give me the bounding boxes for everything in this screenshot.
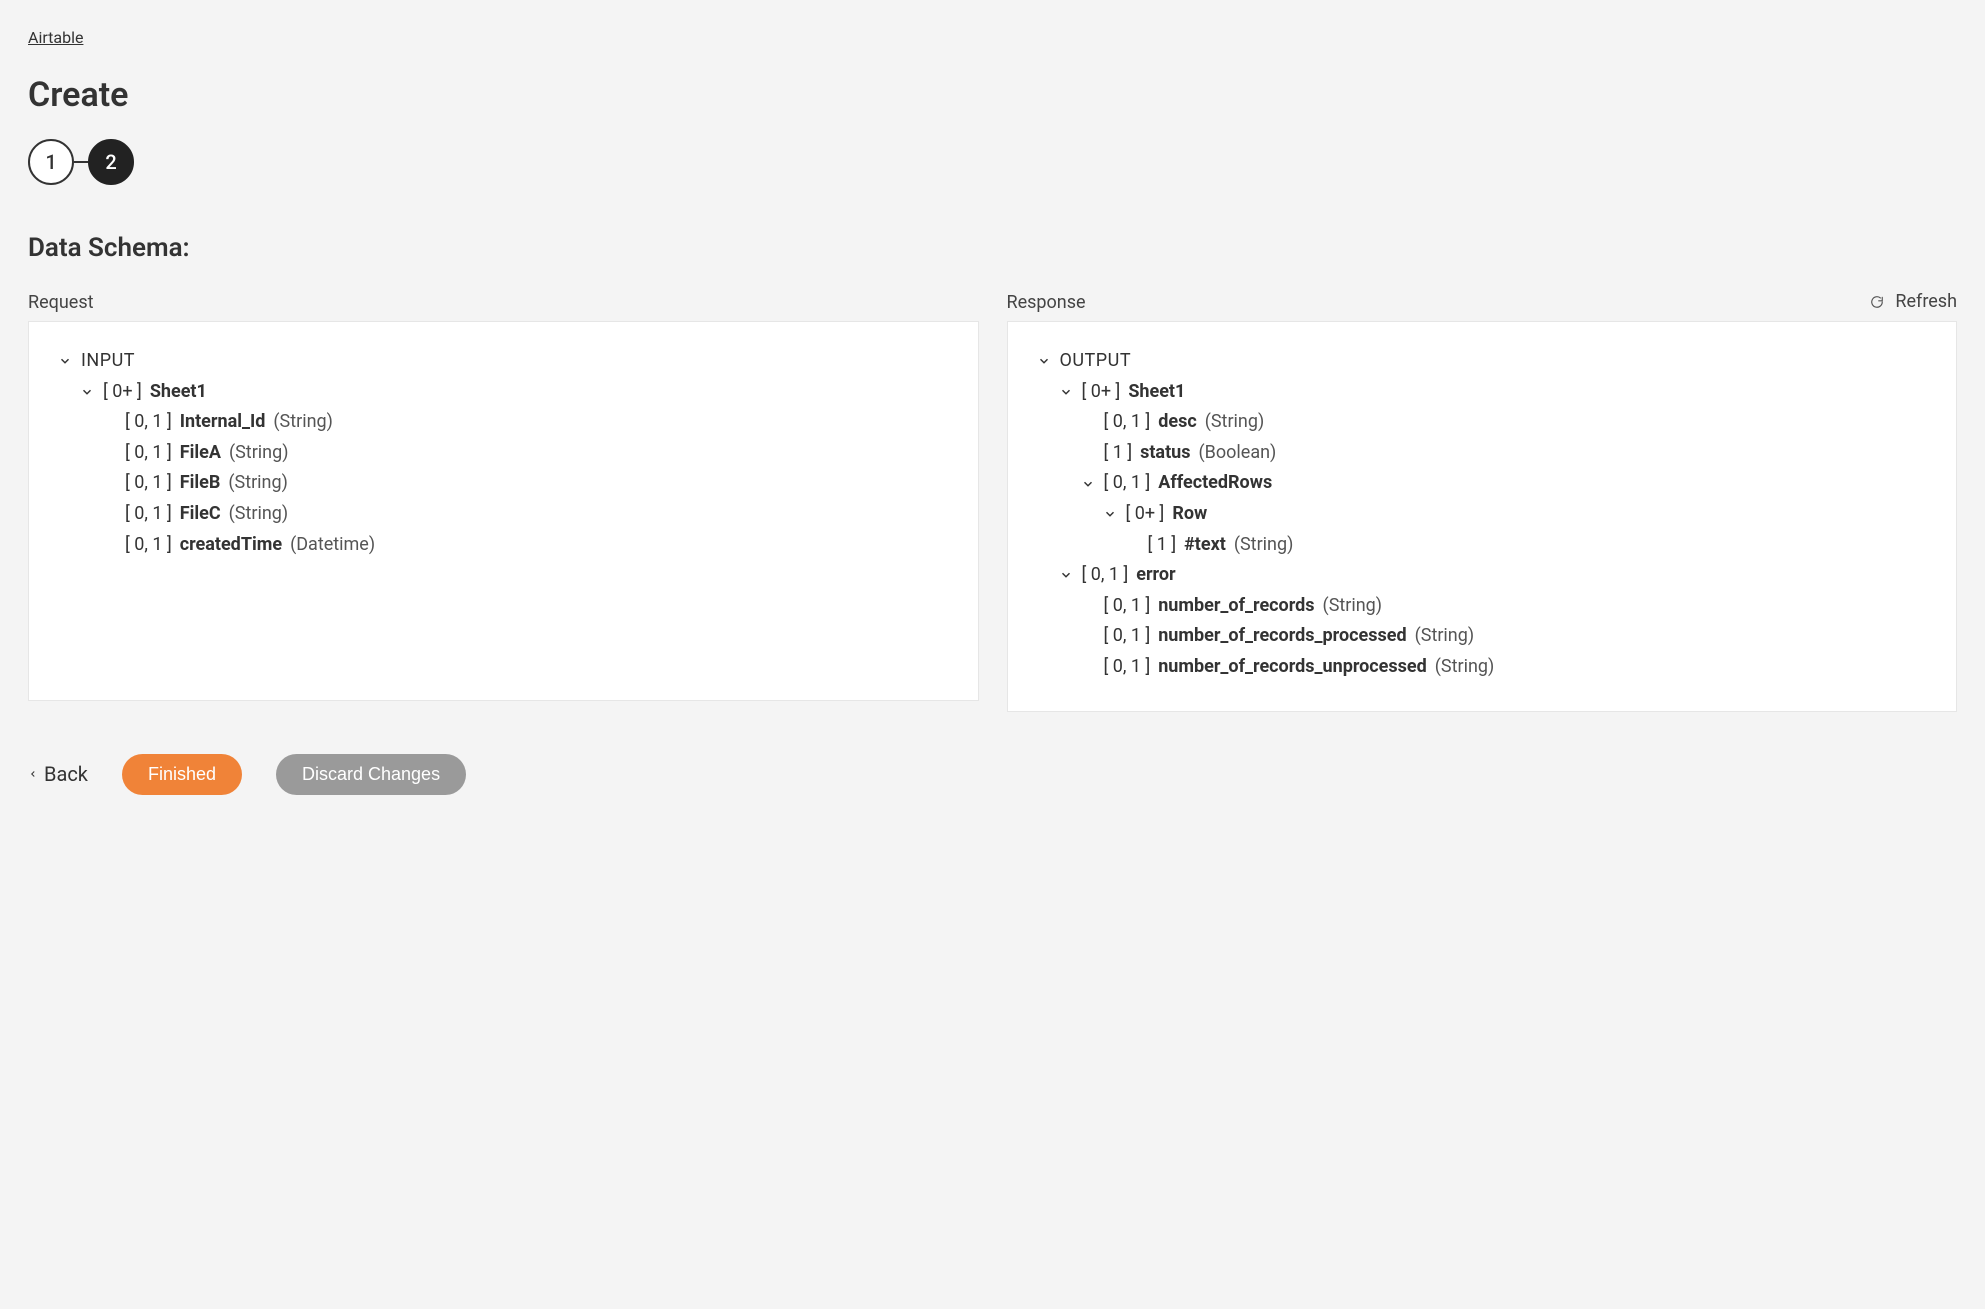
tree-node-name: Sheet1 [1128, 377, 1185, 408]
request-panel: INPUT [ 0+ ] Sheet1 [ 0, 1 ]Internal_Id(… [28, 321, 979, 701]
tree-node-cardinality: [ 0, 1 ] [1104, 407, 1151, 438]
tree-node-name: #text [1184, 530, 1226, 561]
step-2[interactable]: 2 [88, 139, 134, 185]
tree-node-label: OUTPUT [1060, 346, 1132, 377]
tree-node-type: (String) [1415, 621, 1475, 652]
step-connector [74, 161, 88, 163]
tree-node-name: Internal_Id [180, 407, 266, 438]
section-heading: Data Schema: [28, 233, 1957, 263]
chevron-down-icon [79, 384, 95, 400]
page-title: Create [28, 75, 1957, 115]
tree-leaf[interactable]: [ 1 ]#text (String) [1124, 530, 1929, 561]
chevron-left-icon [28, 762, 38, 786]
tree-node-name: FileC [180, 499, 221, 530]
tree-node-cardinality: [ 0, 1 ] [125, 499, 172, 530]
tree-node-name: status [1140, 438, 1190, 469]
tree-node-sheet[interactable]: [ 0+ ] Sheet1 [79, 377, 950, 408]
response-label: Response [1007, 292, 1958, 313]
tree-node-type: (String) [1323, 591, 1383, 622]
tree-leaf[interactable]: [ 0, 1 ] Internal_Id(String) [101, 407, 950, 438]
tree-node-cardinality: [ 0, 1 ] [1104, 591, 1151, 622]
tree-node-cardinality: [ 0, 1 ] [125, 407, 172, 438]
tree-node-cardinality: [ 0+ ] [103, 377, 142, 408]
tree-node-name: number_of_records [1158, 591, 1314, 622]
tree-leaf[interactable]: [ 0, 1 ]number_of_records_processed (Stri… [1080, 621, 1929, 652]
finished-button[interactable]: Finished [122, 754, 242, 795]
tree-node-name: desc [1158, 407, 1196, 438]
tree-node-type: (String) [1234, 530, 1294, 561]
chevron-down-icon [1080, 476, 1096, 492]
chevron-down-icon [57, 353, 73, 369]
tree-node-type: (String) [1205, 407, 1265, 438]
tree-node-name: createdTime [180, 530, 282, 561]
tree-node-type: (String) [228, 468, 288, 499]
tree-node-type: (Datetime) [290, 530, 375, 561]
chevron-down-icon [1058, 567, 1074, 583]
chevron-down-icon [1058, 384, 1074, 400]
tree-node-cardinality: [ 0+ ] [1126, 499, 1165, 530]
tree-node-cardinality: [ 0, 1 ] [125, 468, 172, 499]
tree-leaf[interactable]: [ 0, 1 ]number_of_records_unprocessed (St… [1080, 652, 1929, 683]
tree-leaf[interactable]: [ 0, 1 ]desc (String) [1080, 407, 1929, 438]
tree-leaf[interactable]: [ 1 ]status (Boolean) [1080, 438, 1929, 469]
chevron-down-icon [1102, 506, 1118, 522]
tree-node-cardinality: [ 0, 1 ] [125, 438, 172, 469]
tree-node-error[interactable]: [ 0, 1 ] error [1058, 560, 1929, 591]
tree-node-cardinality: [ 0, 1 ] [1082, 560, 1129, 591]
tree-leaf[interactable]: [ 0, 1 ] FileB(String) [101, 468, 950, 499]
stepper: 1 2 [28, 139, 1957, 185]
tree-node-name: Sheet1 [150, 377, 207, 408]
tree-node-output[interactable]: OUTPUT [1036, 346, 1929, 377]
tree-node-input[interactable]: INPUT [57, 346, 950, 377]
tree-node-type: (Boolean) [1198, 438, 1276, 469]
tree-node-label: INPUT [81, 346, 135, 377]
footer: Back Finished Discard Changes [28, 754, 1957, 795]
tree-node-row[interactable]: [ 0+ ] Row [1102, 499, 1929, 530]
response-panel: OUTPUT [ 0+ ] Sheet1 [ 0, 1 ]desc(String… [1007, 321, 1958, 712]
tree-node-sheet[interactable]: [ 0+ ] Sheet1 [1058, 377, 1929, 408]
tree-node-name: Row [1172, 499, 1207, 530]
tree-leaf[interactable]: [ 0, 1 ]number_of_records (String) [1080, 591, 1929, 622]
tree-node-cardinality: [ 1 ] [1104, 438, 1133, 469]
tree-node-type: (String) [1435, 652, 1495, 683]
tree-node-name: FileA [180, 438, 221, 469]
step-1[interactable]: 1 [28, 139, 74, 185]
tree-leaf[interactable]: [ 0, 1 ] FileA (String) [101, 438, 950, 469]
request-label: Request [28, 292, 979, 313]
tree-node-name: FileB [180, 468, 221, 499]
discard-button[interactable]: Discard Changes [276, 754, 466, 795]
tree-node-name: number_of_records_unprocessed [1158, 652, 1427, 683]
tree-node-cardinality: [ 0, 1 ] [1104, 468, 1151, 499]
tree-node-cardinality: [ 0, 1 ] [125, 530, 172, 561]
tree-node-name: AffectedRows [1158, 468, 1272, 499]
tree-node-cardinality: [ 0, 1 ] [1104, 652, 1151, 683]
chevron-down-icon [1036, 353, 1052, 369]
tree-node-type: (String) [273, 407, 333, 438]
tree-node-cardinality: [ 0+ ] [1082, 377, 1121, 408]
back-label: Back [44, 762, 88, 786]
tree-node-type: (String) [229, 438, 289, 469]
tree-node-name: error [1136, 560, 1175, 591]
tree-node-cardinality: [ 1 ] [1148, 530, 1177, 561]
tree-node-cardinality: [ 0, 1 ] [1104, 621, 1151, 652]
breadcrumb[interactable]: Airtable [28, 28, 83, 47]
tree-node-name: number_of_records_processed [1158, 621, 1406, 652]
back-button[interactable]: Back [28, 762, 88, 786]
tree-node-affectedrows[interactable]: [ 0, 1 ] AffectedRows [1080, 468, 1929, 499]
tree-node-type: (String) [229, 499, 289, 530]
tree-leaf[interactable]: [ 0, 1 ] createdTime (Datetime) [101, 530, 950, 561]
tree-leaf[interactable]: [ 0, 1 ] FileC (String) [101, 499, 950, 530]
